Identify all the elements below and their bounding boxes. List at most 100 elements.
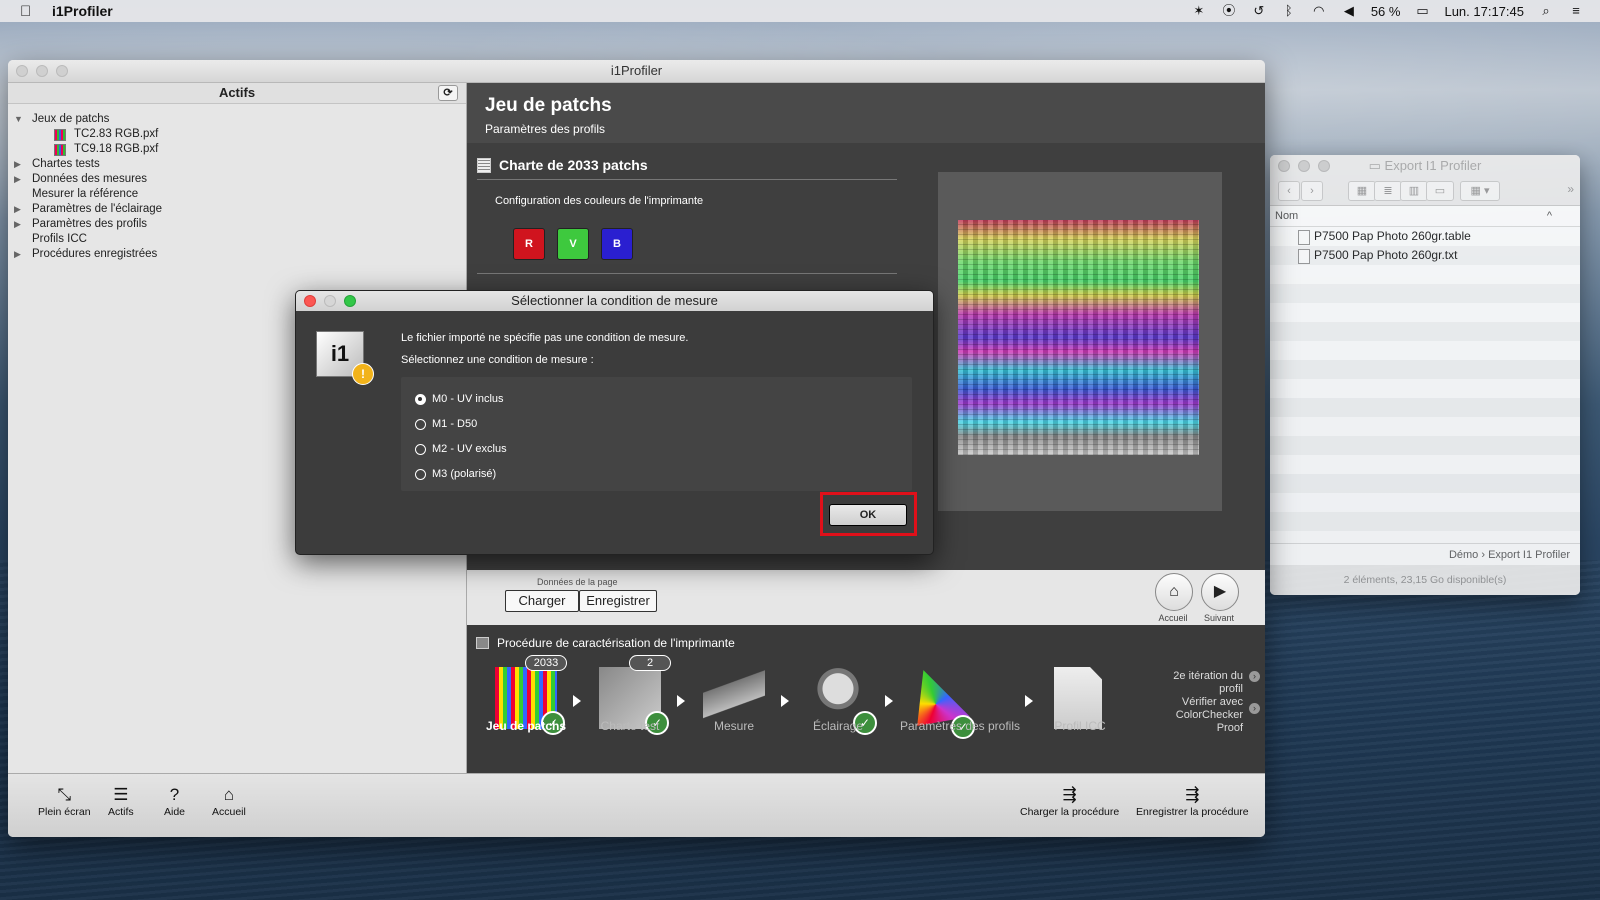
minimize-icon [324,295,336,307]
channel-r-button[interactable]: R [513,228,545,260]
disclosure-closed-icon[interactable]: ▶ [14,157,32,172]
disclosure-closed-icon[interactable]: ▶ [14,202,32,217]
iteration-arrow-icon[interactable]: › [1249,671,1260,682]
app-menu[interactable]: i1Profiler [52,3,113,19]
assets-button[interactable]: ☰ Actifs [108,784,134,818]
notification-center-icon[interactable]: ≡ [1568,4,1584,18]
toolbar-label: Charger la procédure [1020,806,1120,818]
spotlight-search-icon[interactable]: ⌕ [1538,4,1554,18]
chart-section-title: Charte de 2033 patchs [477,157,648,173]
fullscreen-button[interactable]: ⤡ Plein écran [38,784,91,818]
step-label: Éclairage [812,719,864,733]
radio-unselected-icon[interactable] [415,418,426,430]
menu-extras: ✶ ⦿ ↺ ᛒ ◠ ◀ 56 % ▭ Lun. 17:17:45 ⌕ ≡ [1191,0,1600,22]
disclosure-open-icon[interactable]: ▼ [14,112,32,127]
zoom-icon[interactable] [344,295,356,307]
list-view-icon[interactable]: ≣ [1374,181,1402,201]
radio-unselected-icon[interactable] [415,468,426,480]
minimize-icon[interactable] [36,65,48,77]
path-folder-export[interactable]: Export I1 Profiler [1488,549,1570,561]
time-machine-icon[interactable]: ↺ [1251,4,1267,18]
save-procedure-button[interactable]: ⇶ Enregistrer la procédure [1136,784,1249,818]
sort-chevron-icon: ^ [1546,210,1552,222]
channel-v-button[interactable]: V [557,228,589,260]
sidebar-header: Actifs ⟳ [8,83,466,104]
home-button[interactable]: ⌂ [1155,573,1193,611]
workflow-title: Procédure de caractérisation de l'imprim… [476,636,735,650]
icon-view-icon[interactable]: ▦ [1348,181,1376,201]
zoom-icon[interactable] [1318,160,1330,172]
tree-item-saved-procedures[interactable]: ▶ Procédures enregistrées [14,247,466,262]
gallery-view-icon[interactable]: ▭ [1426,181,1454,201]
disclosure-closed-icon[interactable]: ▶ [14,217,32,232]
radio-unselected-icon[interactable] [415,443,426,455]
battery-percent[interactable]: 56 % [1371,4,1401,19]
forward-icon[interactable]: › [1301,181,1323,201]
load-button[interactable]: Charger [505,590,579,612]
apple-menu-icon[interactable]:  [20,3,38,20]
more-icon[interactable]: » [1567,182,1574,196]
step-label: Profil ICC [1054,719,1106,733]
measurement-condition-dialog: Sélectionner la condition de mesure i1 !… [295,290,934,555]
empty-row [1270,493,1580,512]
disclosure-closed-icon[interactable]: ▶ [14,172,32,187]
radio-m0[interactable]: M0 - UV inclus [415,393,504,405]
column-header-name[interactable]: Nom ^ [1270,206,1580,227]
column-label: Nom [1275,210,1299,222]
tree-item-file[interactable]: TC9.18 RGB.pxf [14,142,466,157]
home-toolbar-button[interactable]: ⌂ Accueil [212,784,246,818]
close-icon[interactable] [16,65,28,77]
page-title: Jeu de patchs [485,95,612,116]
finder-window: ▭ Export I1 Profiler ‹ › ▦ ≣ ▥ ▭ ▦ ▾ » N… [1270,155,1580,595]
iteration-option[interactable]: 2e itération du profil Vérifier avec Col… [1143,670,1243,735]
tree-item-file[interactable]: TC2.83 RGB.pxf [14,127,466,142]
tree-item-lighting-settings[interactable]: ▶ Paramètres de l'éclairage [14,202,466,217]
battery-icon[interactable]: ▭ [1414,4,1430,18]
tree-item-icc-profiles[interactable]: Profils ICC [14,232,466,247]
radio-selected-icon[interactable] [415,393,426,405]
load-procedure-button[interactable]: ⇶ Charger la procédure [1020,784,1119,818]
chart-title-text: Charte de 2033 patchs [499,157,648,173]
clock[interactable]: Lun. 17:17:45 [1444,4,1524,19]
radio-m1[interactable]: M1 - D50 [415,418,477,430]
dialog-instruction: Sélectionnez une condition de mesure : [401,354,594,366]
ok-button[interactable]: OK [829,504,907,526]
question-icon: ? [169,785,180,804]
volume-icon[interactable]: ◀ [1341,4,1357,18]
zoom-icon[interactable] [56,65,68,77]
tree-item-label: Chartes tests [32,158,100,170]
back-icon[interactable]: ‹ [1278,181,1300,201]
disclosure-closed-icon[interactable]: ▶ [14,247,32,262]
tree-item-measure-reference[interactable]: Mesurer la référence [14,187,466,202]
save-button[interactable]: Enregistrer [579,590,657,612]
tree-item-label: Données des mesures [32,173,148,185]
chart-icon [477,157,491,173]
help-button[interactable]: ? Aide [164,784,185,818]
tree-item-test-charts[interactable]: ▶ Chartes tests [14,157,466,172]
radio-m2[interactable]: M2 - UV exclus [415,443,507,455]
path-folder-demo[interactable]: Démo [1449,549,1478,561]
tree-item-profile-settings[interactable]: ▶ Paramètres des profils [14,217,466,232]
empty-row [1270,417,1580,436]
next-button[interactable]: ▶ [1201,573,1239,611]
patch-chart-preview [938,172,1222,511]
group-by-icon[interactable]: ▦ ▾ [1460,181,1500,201]
column-view-icon[interactable]: ▥ [1400,181,1428,201]
menu-bar:  i1Profiler ✶ ⦿ ↺ ᛒ ◠ ◀ 56 % ▭ Lun. 17:… [0,0,1600,22]
touch-icon[interactable]: ✶ [1191,4,1207,18]
tree-item-measurement-data[interactable]: ▶ Données des mesures [14,172,466,187]
screen-record-icon[interactable]: ⦿ [1221,4,1237,18]
bluetooth-icon[interactable]: ᛒ [1281,4,1297,18]
close-icon[interactable] [1278,160,1290,172]
wifi-icon[interactable]: ◠ [1311,4,1327,18]
tree-item-patch-sets[interactable]: ▼ Jeux de patchs [14,112,466,127]
refresh-icon[interactable]: ⟳ [438,85,458,101]
file-row[interactable]: P7500 Pap Photo 260gr.table [1270,227,1580,246]
radio-m3[interactable]: M3 (polarisé) [415,468,496,480]
minimize-icon[interactable] [1298,160,1310,172]
channel-b-button[interactable]: B [601,228,633,260]
file-row[interactable]: P7500 Pap Photo 260gr.txt [1270,246,1580,265]
close-icon[interactable] [304,295,316,307]
file-list: P7500 Pap Photo 260gr.table P7500 Pap Ph… [1270,227,1580,531]
verify-arrow-icon[interactable]: › [1249,703,1260,714]
